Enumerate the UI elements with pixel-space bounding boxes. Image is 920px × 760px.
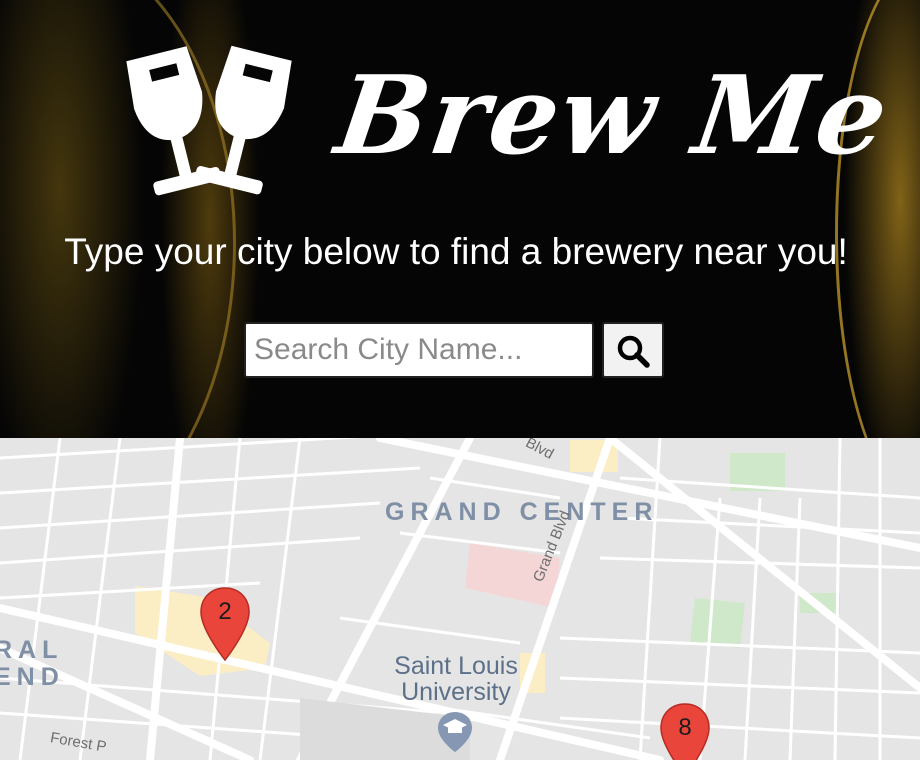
brewery-marker-8[interactable]: 8 xyxy=(659,702,711,760)
search-icon xyxy=(617,335,650,368)
map-view[interactable]: GRAND CENTER RAL END Grand Blvd Blvd For… xyxy=(0,438,920,760)
neighborhood-partial-label-1: RAL xyxy=(0,636,64,664)
marker-label: 8 xyxy=(678,714,692,741)
brand-title: Brew Me xyxy=(329,53,897,179)
brewery-marker-2[interactable]: 2 xyxy=(199,586,251,662)
neighborhood-partial-label-2: END xyxy=(0,663,65,691)
poi-label-saint-louis-university[interactable]: Saint Louis University xyxy=(378,653,534,705)
wine-glasses-cheers-icon xyxy=(126,45,292,196)
hero-banner: Brew Me Type your city below to find a b… xyxy=(0,0,920,438)
university-icon[interactable] xyxy=(436,710,474,754)
logo: Brew Me xyxy=(100,40,897,210)
poi-label-line-1: Saint Louis xyxy=(394,652,518,680)
poi-label-line-2: University xyxy=(401,678,511,706)
city-search-input[interactable] xyxy=(244,322,594,378)
search-button[interactable] xyxy=(602,322,664,378)
tagline: Type your city below to find a brewery n… xyxy=(64,231,848,272)
neighborhood-label: GRAND CENTER xyxy=(385,498,659,526)
search-bar xyxy=(244,322,664,380)
marker-label: 2 xyxy=(218,598,232,625)
